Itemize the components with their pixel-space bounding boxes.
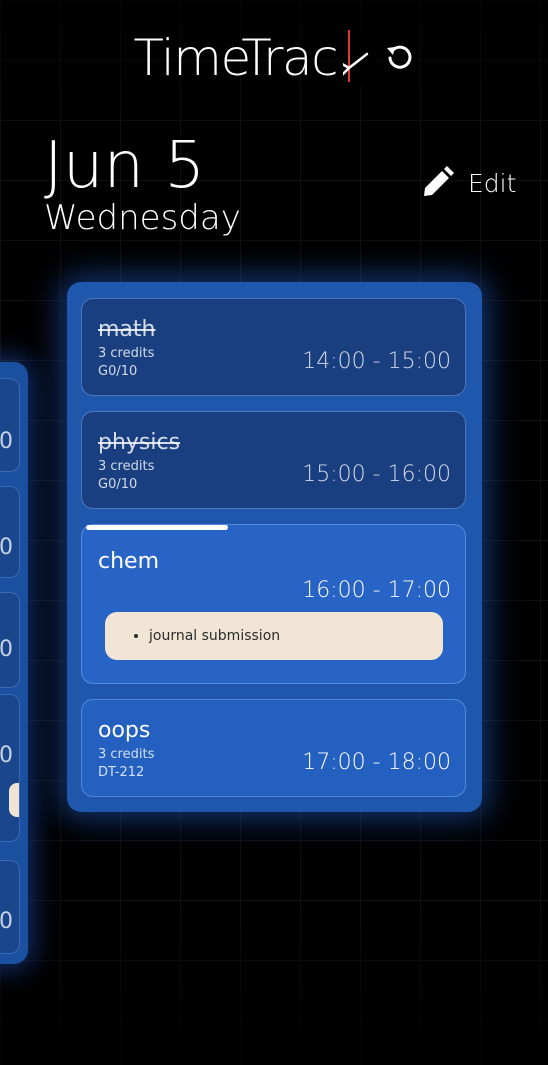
class-progress-bar xyxy=(86,525,228,530)
app-title: TimeTrack xyxy=(133,26,371,90)
clock-hands-icon xyxy=(342,30,371,86)
class-name: physics xyxy=(98,430,181,455)
edit-label: Edit xyxy=(468,168,517,198)
class-room: G0/10 xyxy=(98,477,138,492)
app-header: TimeTrack xyxy=(0,26,548,90)
previous-day-item[interactable]: 0 xyxy=(0,378,20,472)
class-item-physics[interactable]: physics 3 credits G0/10 15:00 - 16:00 xyxy=(81,411,466,509)
previous-day-item[interactable]: 0 xyxy=(0,860,20,954)
edit-button[interactable]: Edit xyxy=(420,166,516,200)
time-fragment: 0 xyxy=(0,535,13,560)
previous-day-item[interactable]: 0 xyxy=(0,694,20,842)
class-time: 15:00 - 16:00 xyxy=(302,462,451,487)
previous-day-item[interactable]: 0 xyxy=(0,486,20,578)
previous-day-card[interactable]: 0 0 0 0 0 xyxy=(0,362,28,964)
refresh-button[interactable] xyxy=(383,42,415,74)
refresh-icon xyxy=(386,45,412,69)
date-main: Jun 5 xyxy=(44,129,206,203)
time-fragment: 0 xyxy=(0,743,13,768)
class-notes[interactable]: journal submission xyxy=(105,612,443,660)
class-item-chem[interactable]: chem 16:00 - 17:00 journal submission xyxy=(81,524,466,684)
class-name: math xyxy=(98,317,156,342)
time-fragment: 0 xyxy=(0,429,13,454)
note-pill xyxy=(9,783,19,817)
notes-list: journal submission xyxy=(105,628,280,644)
time-fragment: 0 xyxy=(0,909,13,934)
class-credits: 3 credits xyxy=(98,346,155,361)
note-item: journal submission xyxy=(149,628,280,644)
class-item-math[interactable]: math 3 credits G0/10 14:00 - 15:00 xyxy=(81,298,466,396)
pencil-icon xyxy=(424,166,454,196)
app-title-text: TimeTrack xyxy=(133,29,366,87)
date-heading: Jun 5 Wednesday xyxy=(44,128,241,238)
class-item-oops[interactable]: oops 3 credits DT-212 17:00 - 18:00 xyxy=(81,699,466,797)
date-weekday: Wednesday xyxy=(44,198,241,238)
class-room: G0/10 xyxy=(98,364,138,379)
class-name: oops xyxy=(98,718,151,743)
class-time: 16:00 - 17:00 xyxy=(302,578,451,603)
class-room: DT-212 xyxy=(98,765,145,780)
day-schedule-card: math 3 credits G0/10 14:00 - 15:00 physi… xyxy=(67,282,482,812)
class-credits: 3 credits xyxy=(98,747,155,762)
app-screen: TimeTrack Jun 5 Wednesday Edit 0 0 0 0 0… xyxy=(0,0,548,1065)
class-credits: 3 credits xyxy=(98,459,155,474)
time-fragment: 0 xyxy=(0,637,13,662)
class-time: 14:00 - 15:00 xyxy=(302,349,451,374)
class-name: chem xyxy=(98,549,160,574)
class-time: 17:00 - 18:00 xyxy=(302,750,451,775)
previous-day-item[interactable]: 0 xyxy=(0,592,20,688)
